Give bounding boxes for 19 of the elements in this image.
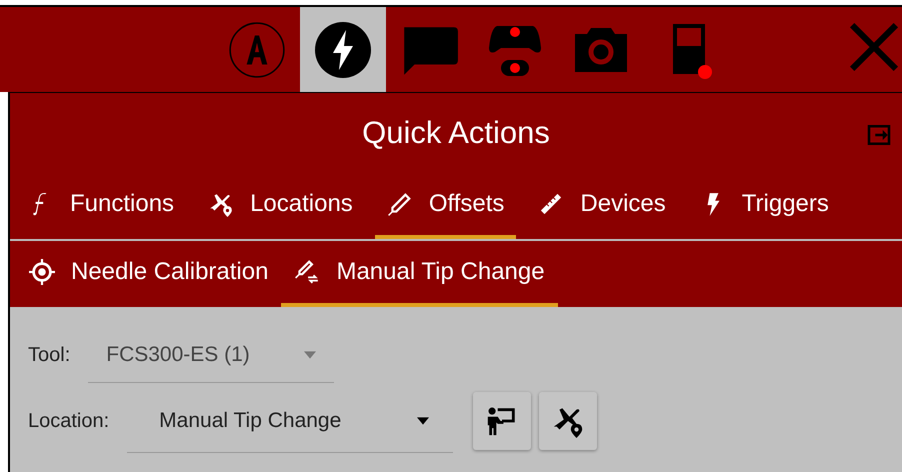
- tab[interactable]: Triggers: [688, 173, 841, 239]
- tab[interactable]: Devices: [526, 173, 678, 239]
- tab[interactable]: Locations: [196, 173, 365, 239]
- caret-icon: [417, 416, 430, 424]
- teach-button[interactable]: [473, 392, 532, 450]
- tab[interactable]: Needle Calibration: [16, 241, 282, 307]
- location-dropdown[interactable]: Manual Tip Change: [127, 389, 454, 453]
- go-to-location-button[interactable]: [539, 392, 598, 450]
- pen-swap-icon: [294, 259, 320, 285]
- panel-title: Quick Actions: [362, 115, 550, 151]
- caret-icon: [304, 350, 316, 358]
- ruler-icon: [538, 191, 564, 217]
- target-icon: [29, 259, 55, 285]
- pen-icon: [386, 191, 413, 217]
- toolbar-button[interactable]: [300, 7, 386, 92]
- field-label: Tool:: [28, 344, 70, 366]
- bolt-icon: [313, 20, 373, 80]
- tab[interactable]: Functions: [16, 173, 186, 239]
- field-label: Location:: [28, 410, 110, 432]
